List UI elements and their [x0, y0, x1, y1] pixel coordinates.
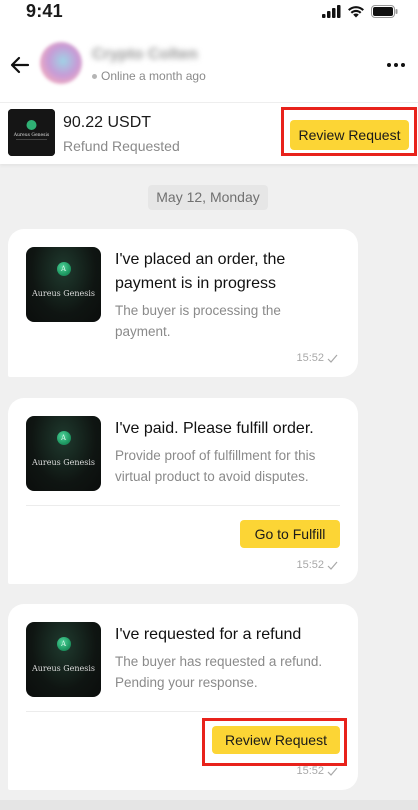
message-title-line: I've placed an order, the	[115, 251, 286, 268]
contact-avatar[interactable]	[40, 42, 82, 84]
contact-name: Crypto Colten	[92, 46, 198, 63]
message-body-line: virtual product to avoid disputes.	[115, 469, 309, 484]
message-body: The buyer is processing the payment.	[115, 300, 281, 342]
product-thumbnail: A Aureus Genesis	[26, 622, 101, 697]
battery-icon	[371, 5, 398, 18]
order-summary-bar[interactable]: Aureus Genesis 90.22 USDT Refund Request…	[0, 102, 418, 164]
order-amount: 90.22 USDT	[63, 114, 152, 131]
timestamp-text: 15:52	[296, 559, 324, 571]
status-bar: 9:41	[0, 0, 418, 26]
message-body: Provide proof of fulfillment for this vi…	[115, 445, 315, 487]
message-body: The buyer has requested a refund. Pendin…	[115, 651, 322, 693]
message-body-line: payment.	[115, 324, 171, 339]
message-timestamp: 15:52	[296, 352, 338, 364]
product-logo-icon: A	[56, 431, 71, 445]
message-title: I've placed an order, the payment is in …	[115, 248, 285, 296]
message-body-line: Pending your response.	[115, 675, 258, 690]
presence-text: Online a month ago	[101, 69, 206, 83]
product-logo-icon: A	[56, 637, 71, 651]
card-divider	[26, 711, 340, 712]
message-card-paid: A Aureus Genesis I've paid. Please fulfi…	[8, 398, 358, 584]
message-body-line: The buyer has requested a refund.	[115, 654, 323, 669]
status-icons	[322, 5, 398, 18]
message-title: I've paid. Please fulfill order.	[115, 420, 314, 437]
wifi-icon	[348, 6, 364, 18]
product-thumbnail: A Aureus Genesis	[26, 247, 101, 322]
message-title-line: payment is in progress	[115, 275, 276, 292]
order-status: Refund Requested	[63, 138, 180, 154]
contact-presence: Online a month ago	[92, 69, 206, 83]
message-card-order-placed: A Aureus Genesis I've placed an order, t…	[8, 229, 358, 377]
product-thumbnail: A Aureus Genesis	[26, 416, 101, 491]
presence-dot-icon	[92, 73, 97, 79]
status-time: 9:41	[26, 1, 63, 21]
more-options-icon[interactable]	[384, 53, 408, 77]
date-separator: May 12, Monday	[148, 185, 268, 210]
go-to-fulfill-button[interactable]: Go to Fulfill	[240, 520, 340, 548]
message-timestamp: 15:52	[296, 559, 338, 571]
message-body-line: Provide proof of fulfillment for this	[115, 448, 316, 463]
sent-check-icon	[327, 561, 338, 570]
bottom-strip	[0, 800, 418, 810]
review-request-button[interactable]: Review Request	[290, 120, 409, 150]
message-body-line: The buyer is processing the	[115, 303, 281, 318]
product-brand-text: Aureus Genesis	[31, 458, 96, 467]
chat-header: Crypto Colten Online a month ago	[0, 26, 418, 102]
card-divider	[26, 505, 340, 506]
message-title: I've requested for a refund	[115, 626, 302, 643]
back-arrow-icon[interactable]	[8, 53, 32, 77]
message-timestamp: 15:52	[296, 765, 338, 777]
cellular-signal-icon	[322, 5, 341, 18]
sent-check-icon	[327, 354, 338, 363]
timestamp-text: 15:52	[296, 352, 324, 364]
review-request-card-button[interactable]: Review Request	[212, 726, 340, 754]
message-card-refund-requested: A Aureus Genesis I've requested for a re…	[8, 604, 358, 790]
timestamp-text: 15:52	[296, 765, 324, 777]
product-brand-text: Aureus Genesis	[31, 289, 96, 298]
product-logo-icon: A	[56, 262, 71, 276]
product-thumbnail: Aureus Genesis	[8, 109, 55, 156]
product-brand-text: Aureus Genesis	[13, 133, 50, 138]
sent-check-icon	[327, 767, 338, 776]
product-brand-text: Aureus Genesis	[31, 664, 96, 673]
